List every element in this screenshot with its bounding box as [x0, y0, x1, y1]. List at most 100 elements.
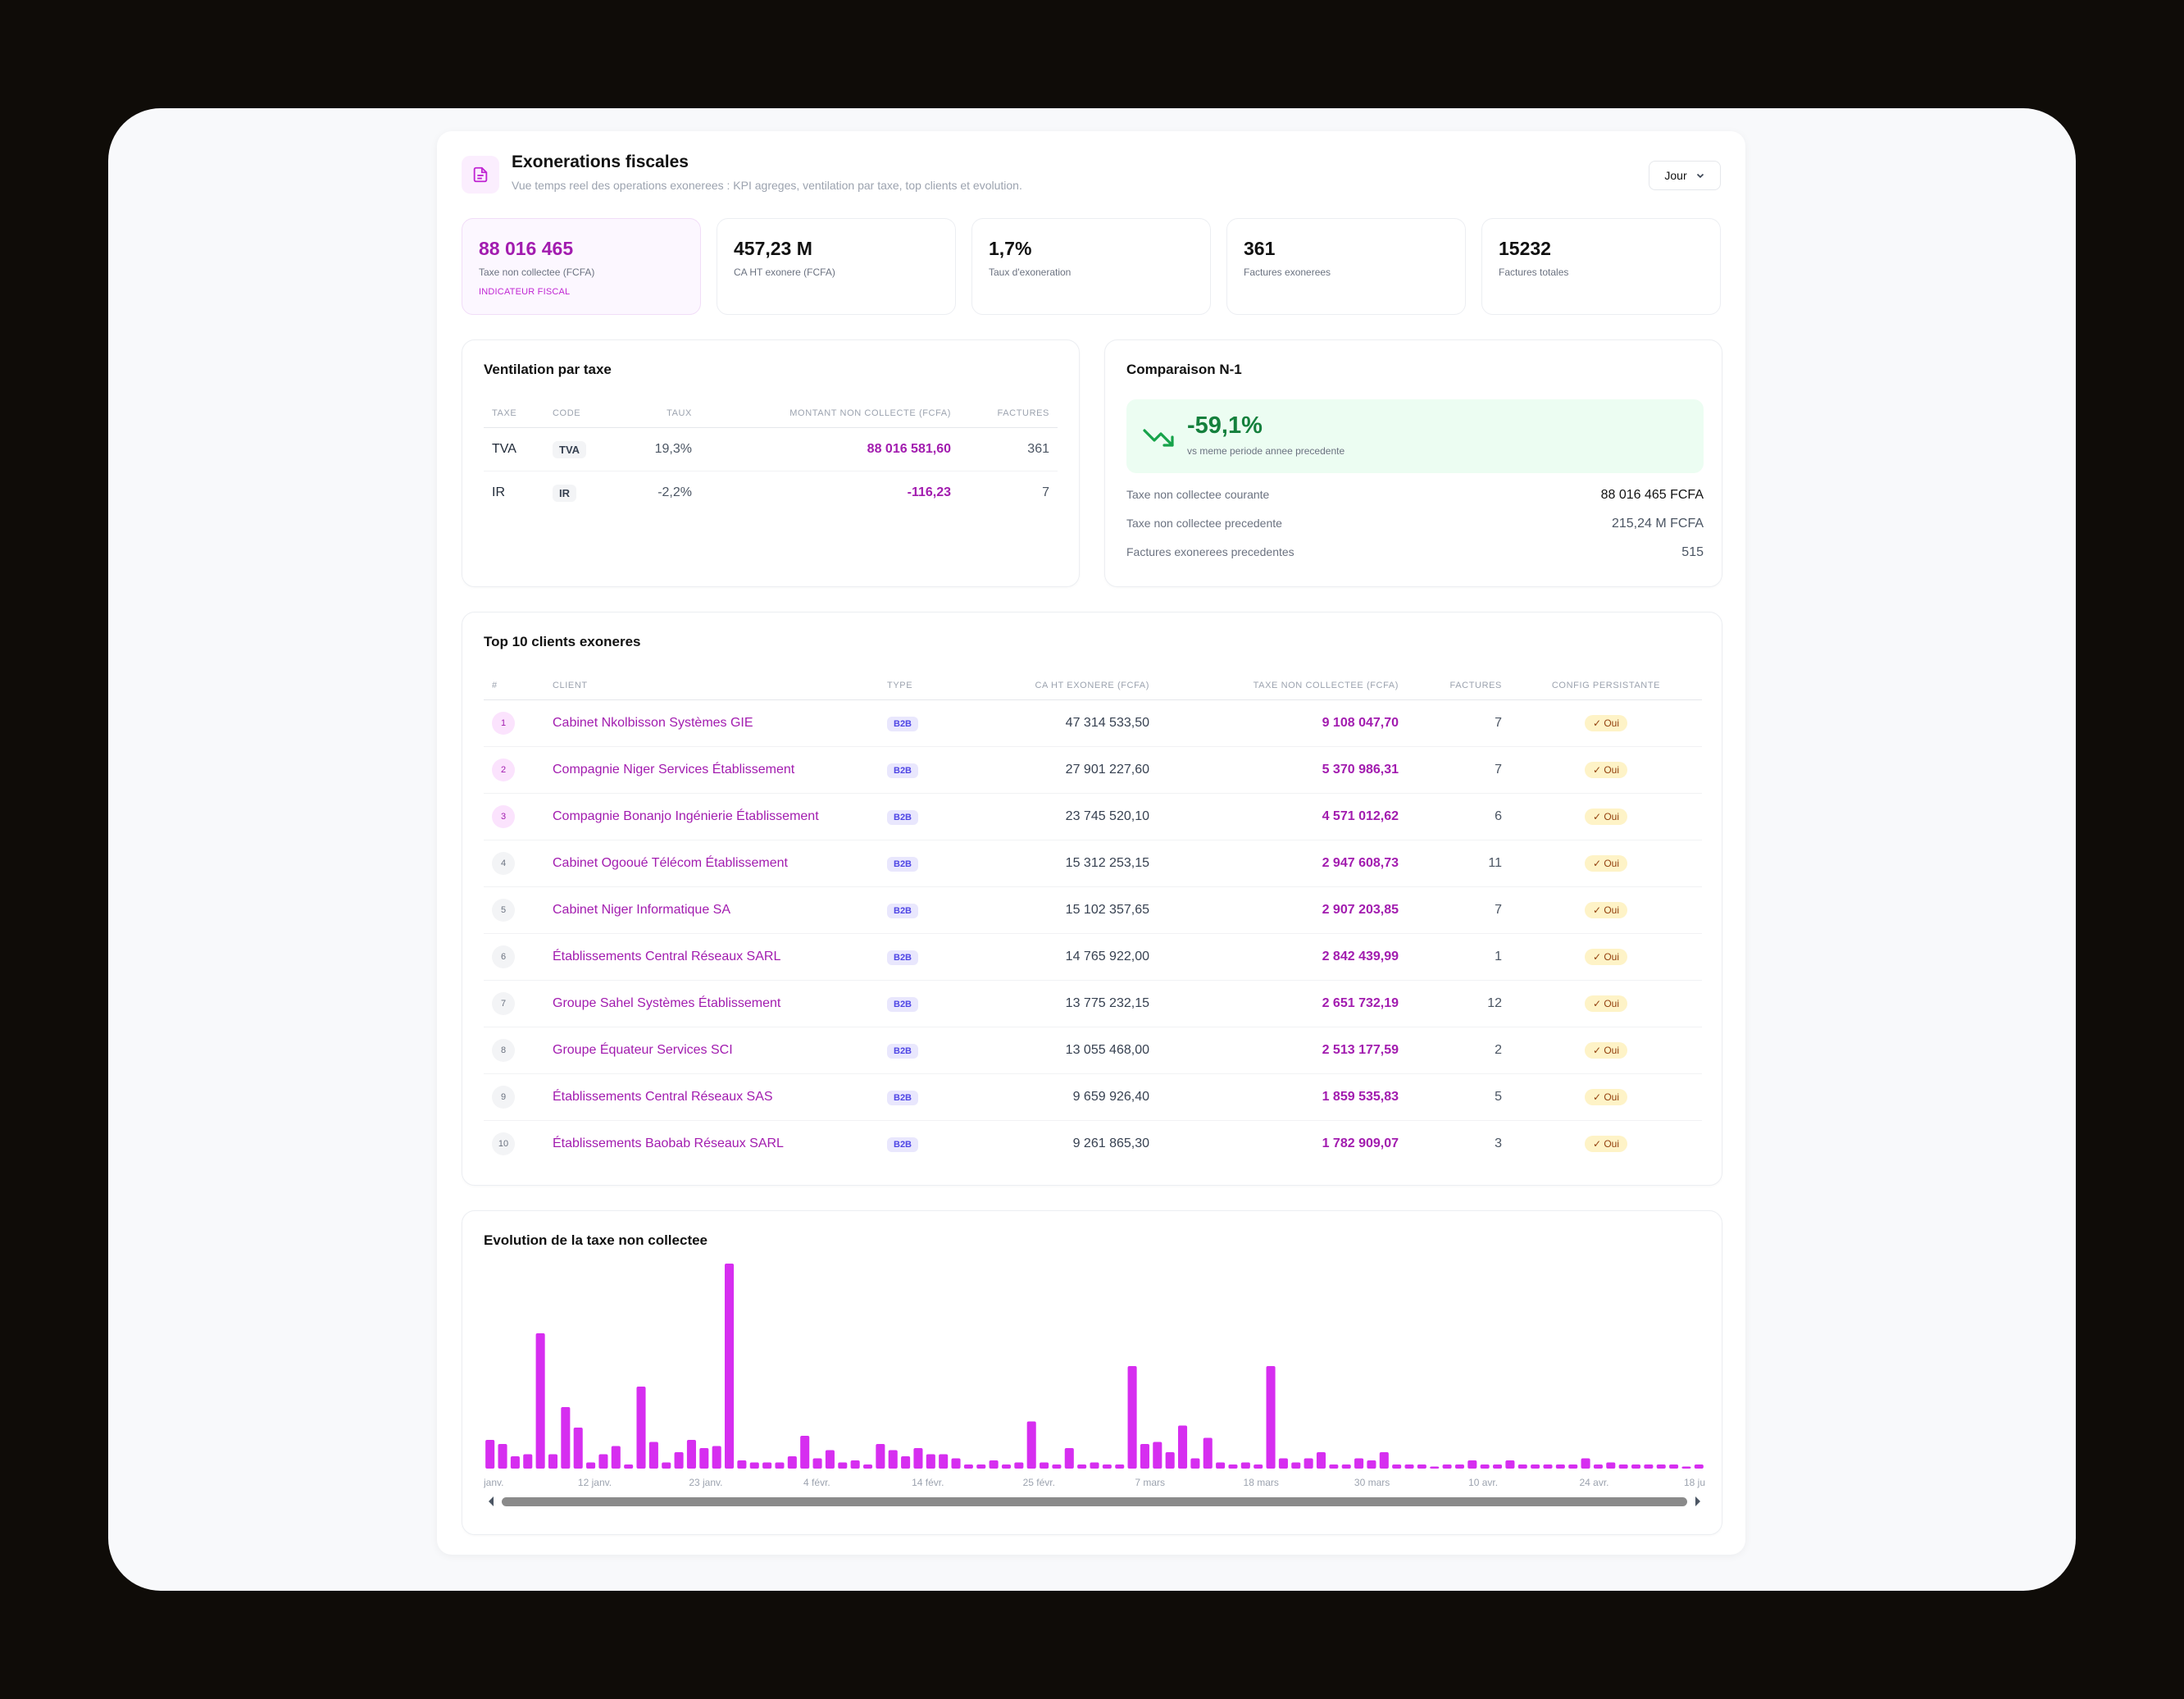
- chart-bar[interactable]: [1304, 1458, 1313, 1469]
- chart-bar[interactable]: [1581, 1458, 1590, 1469]
- chart-bar[interactable]: [1291, 1462, 1301, 1469]
- chart-bar[interactable]: [1090, 1462, 1099, 1469]
- scroll-right-icon[interactable]: [1695, 1496, 1700, 1506]
- chart-bar[interactable]: [1442, 1464, 1452, 1469]
- chart-bar[interactable]: [926, 1454, 935, 1469]
- chart-bar[interactable]: [1228, 1464, 1238, 1469]
- chart-bar[interactable]: [686, 1440, 696, 1469]
- chart-bar[interactable]: [712, 1446, 721, 1469]
- chart-bar[interactable]: [1001, 1464, 1011, 1469]
- client-link[interactable]: Cabinet Ogooué Télécom Établissement: [544, 840, 879, 887]
- chart-bar[interactable]: [611, 1446, 621, 1469]
- chart-bar[interactable]: [1014, 1462, 1024, 1469]
- chart-bar[interactable]: [1064, 1448, 1074, 1469]
- chart-bar[interactable]: [1216, 1462, 1226, 1469]
- chart-bar[interactable]: [573, 1428, 583, 1469]
- chart-bar[interactable]: [1341, 1464, 1351, 1469]
- chart-bar[interactable]: [1153, 1442, 1163, 1469]
- client-link[interactable]: Établissements Central Réseaux SAS: [544, 1073, 879, 1121]
- chart-bar[interactable]: [989, 1460, 999, 1469]
- chart-bar[interactable]: [624, 1464, 634, 1469]
- chart-bar[interactable]: [1354, 1458, 1364, 1469]
- chart-bar[interactable]: [699, 1448, 709, 1469]
- chart-bar[interactable]: [1278, 1458, 1288, 1469]
- chart-bar[interactable]: [1568, 1464, 1578, 1469]
- chart-bar[interactable]: [939, 1454, 949, 1469]
- chart-bar[interactable]: [800, 1436, 810, 1469]
- chart-bar[interactable]: [913, 1448, 923, 1469]
- chart-bar[interactable]: [1430, 1466, 1440, 1469]
- chart-bar[interactable]: [1517, 1464, 1527, 1469]
- chart-bar[interactable]: [1254, 1464, 1263, 1469]
- chart-bar[interactable]: [1165, 1452, 1175, 1469]
- chart-bar[interactable]: [636, 1387, 646, 1469]
- chart-bar[interactable]: [510, 1456, 520, 1469]
- chart-bar[interactable]: [1367, 1460, 1376, 1469]
- chart-bar[interactable]: [1190, 1458, 1200, 1469]
- chart-scrollbar[interactable]: [502, 1497, 1687, 1506]
- client-link[interactable]: Groupe Équateur Services SCI: [544, 1027, 879, 1074]
- chart-bar[interactable]: [850, 1460, 860, 1469]
- chart-bar[interactable]: [648, 1442, 658, 1469]
- chart-bar[interactable]: [1531, 1464, 1540, 1469]
- chart-bar[interactable]: [586, 1462, 596, 1469]
- chart-bar[interactable]: [749, 1462, 759, 1469]
- chart-bar[interactable]: [1040, 1462, 1049, 1469]
- chart-bar[interactable]: [1669, 1464, 1679, 1469]
- client-link[interactable]: Établissements Central Réseaux SARL: [544, 933, 879, 981]
- chart-bar[interactable]: [1555, 1464, 1565, 1469]
- client-link[interactable]: Compagnie Bonanjo Ingénierie Établisseme…: [544, 793, 879, 840]
- chart-bar[interactable]: [787, 1456, 797, 1469]
- chart-bar[interactable]: [1480, 1464, 1490, 1469]
- chart-bar[interactable]: [725, 1264, 735, 1469]
- chart-bar[interactable]: [888, 1450, 898, 1469]
- chart-bar[interactable]: [662, 1462, 671, 1469]
- chart-bar[interactable]: [1329, 1464, 1339, 1469]
- chart-bar[interactable]: [1505, 1460, 1515, 1469]
- chart-bar[interactable]: [1417, 1464, 1426, 1469]
- chart-bar[interactable]: [1606, 1462, 1616, 1469]
- chart-bar[interactable]: [1454, 1464, 1464, 1469]
- chart-bar[interactable]: [1467, 1460, 1477, 1469]
- chart-bar[interactable]: [1404, 1464, 1414, 1469]
- chart-bar[interactable]: [1493, 1464, 1503, 1469]
- chart-bar[interactable]: [1681, 1466, 1691, 1469]
- chart-bar[interactable]: [1316, 1452, 1326, 1469]
- chart-bar[interactable]: [1392, 1464, 1402, 1469]
- chart-bar[interactable]: [1077, 1464, 1087, 1469]
- chart-bar[interactable]: [838, 1462, 848, 1469]
- scroll-left-icon[interactable]: [489, 1496, 494, 1506]
- client-link[interactable]: Compagnie Niger Services Établissement: [544, 746, 879, 794]
- chart-bar[interactable]: [1102, 1464, 1112, 1469]
- chart-bar[interactable]: [1140, 1444, 1149, 1469]
- chart-bar[interactable]: [1379, 1452, 1389, 1469]
- chart-bar[interactable]: [1694, 1464, 1704, 1469]
- chart-bar[interactable]: [674, 1452, 684, 1469]
- chart-bar[interactable]: [535, 1333, 545, 1469]
- chart-bar[interactable]: [825, 1450, 835, 1469]
- chart-bar[interactable]: [598, 1454, 608, 1469]
- chart-bar[interactable]: [485, 1440, 495, 1469]
- chart-bar[interactable]: [862, 1464, 873, 1469]
- chart-bar[interactable]: [1052, 1464, 1062, 1469]
- chart-bar[interactable]: [1240, 1462, 1250, 1469]
- chart-bar[interactable]: [1656, 1464, 1666, 1469]
- chart-bar[interactable]: [812, 1458, 822, 1469]
- chart-bar[interactable]: [951, 1458, 961, 1469]
- chart-bar[interactable]: [1115, 1464, 1125, 1469]
- chart-bar[interactable]: [1593, 1464, 1603, 1469]
- chart-bar[interactable]: [1127, 1366, 1137, 1469]
- chart-bar[interactable]: [1266, 1366, 1276, 1469]
- client-link[interactable]: Groupe Sahel Systèmes Établissement: [544, 980, 879, 1027]
- chart-bar[interactable]: [963, 1464, 973, 1469]
- client-link[interactable]: Cabinet Nkolbisson Systèmes GIE: [544, 699, 879, 747]
- chart-bar[interactable]: [498, 1444, 507, 1469]
- period-select[interactable]: Jour: [1649, 161, 1721, 190]
- chart-bar[interactable]: [901, 1456, 911, 1469]
- chart-bar[interactable]: [737, 1460, 747, 1469]
- client-link[interactable]: Établissements Baobab Réseaux SARL: [544, 1121, 879, 1168]
- chart-bar[interactable]: [762, 1462, 772, 1469]
- chart-bar[interactable]: [548, 1454, 558, 1469]
- chart-bar[interactable]: [1631, 1464, 1641, 1469]
- chart-bar[interactable]: [1203, 1437, 1213, 1469]
